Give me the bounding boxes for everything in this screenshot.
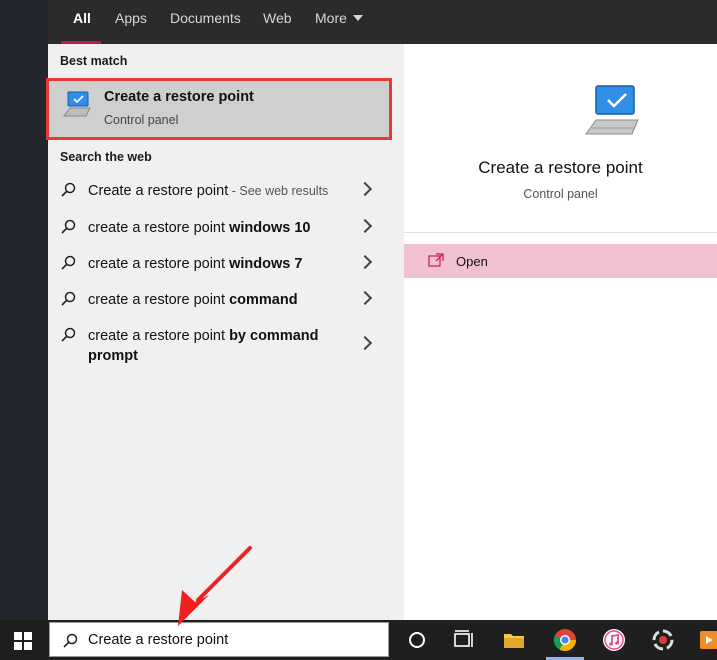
web-result-text: create a restore point windows 7 (88, 254, 358, 274)
tab-apps[interactable]: Apps (115, 10, 147, 26)
web-result-item[interactable]: create a restore point windows 7 (48, 245, 404, 281)
web-result-text: Create a restore point - See web results (88, 181, 358, 201)
taskbar: Create a restore point (0, 620, 717, 660)
web-result-text: create a restore point by command prompt (88, 326, 338, 366)
web-result-text: create a restore point windows 10 (88, 218, 358, 238)
start-search-panel: All Apps Documents Web More Best match C… (46, 0, 717, 620)
search-icon (63, 633, 78, 648)
web-result-query: create a restore point (88, 220, 230, 236)
web-result-suggestion: command (229, 292, 298, 308)
web-result-query: Create a restore point (88, 183, 229, 199)
search-icon (61, 255, 76, 270)
open-icon (428, 253, 444, 267)
taskbar-search-input[interactable]: Create a restore point (49, 622, 389, 657)
search-filter-tabs: All Apps Documents Web More (48, 0, 717, 44)
search-icon (61, 291, 76, 306)
web-result-item[interactable]: Create a restore point - See web results (48, 172, 404, 208)
chevron-right-icon[interactable] (357, 218, 373, 234)
web-result-suggestion: windows 7 (229, 256, 303, 272)
results-list: Best match Create a restore point Contro… (46, 44, 404, 620)
web-result-query: create a restore point (88, 256, 230, 272)
chevron-down-icon (352, 15, 363, 22)
chrome-icon[interactable] (553, 628, 577, 652)
open-label: Open (456, 254, 488, 269)
cortana-icon[interactable] (405, 628, 429, 652)
best-match-title: Create a restore point (104, 89, 254, 105)
chevron-right-icon[interactable] (357, 290, 373, 306)
search-icon (61, 327, 76, 342)
divider (404, 232, 717, 233)
web-result-item[interactable]: create a restore point windows 10 (48, 209, 404, 245)
computer-icon (585, 85, 639, 135)
web-result-suggestion: windows 10 (229, 220, 311, 236)
web-result-item[interactable]: create a restore point command (48, 281, 404, 317)
tab-more-label: More (315, 10, 347, 26)
app-icon[interactable] (651, 628, 675, 652)
search-icon (61, 182, 76, 197)
chevron-right-icon[interactable] (357, 335, 373, 351)
tab-all[interactable]: All (73, 10, 91, 26)
preview-title: Create a restore point (478, 158, 643, 177)
best-match-heading: Best match (60, 54, 128, 68)
preview-subtitle: Control panel (523, 187, 598, 201)
web-result-item[interactable]: create a restore point by command prompt (48, 317, 404, 367)
file-explorer-icon[interactable] (502, 628, 526, 652)
web-result-query: create a restore point (88, 292, 230, 308)
computer-icon (63, 91, 91, 117)
chevron-right-icon[interactable] (357, 181, 373, 197)
task-view-icon[interactable] (452, 628, 476, 652)
windows-start-icon[interactable] (14, 632, 32, 650)
desktop-edge (0, 0, 48, 620)
open-action[interactable]: Open (404, 244, 717, 278)
media-player-icon[interactable] (698, 628, 717, 652)
search-web-heading: Search the web (60, 150, 152, 164)
search-query: Create a restore point (88, 632, 229, 648)
chevron-right-icon[interactable] (357, 254, 373, 270)
search-icon (61, 219, 76, 234)
web-result-text: create a restore point command (88, 290, 358, 310)
preview-pane: Create a restore point Control panel Ope… (404, 44, 717, 620)
web-result-hint: - See web results (228, 184, 329, 198)
tab-more[interactable]: More (315, 10, 363, 26)
best-match-subtitle: Control panel (104, 113, 179, 127)
web-result-query: create a restore point (88, 328, 230, 344)
best-match-item[interactable]: Create a restore point Control panel (46, 78, 392, 140)
tab-documents[interactable]: Documents (170, 10, 241, 26)
tab-web[interactable]: Web (263, 10, 292, 26)
itunes-icon[interactable] (602, 628, 626, 652)
